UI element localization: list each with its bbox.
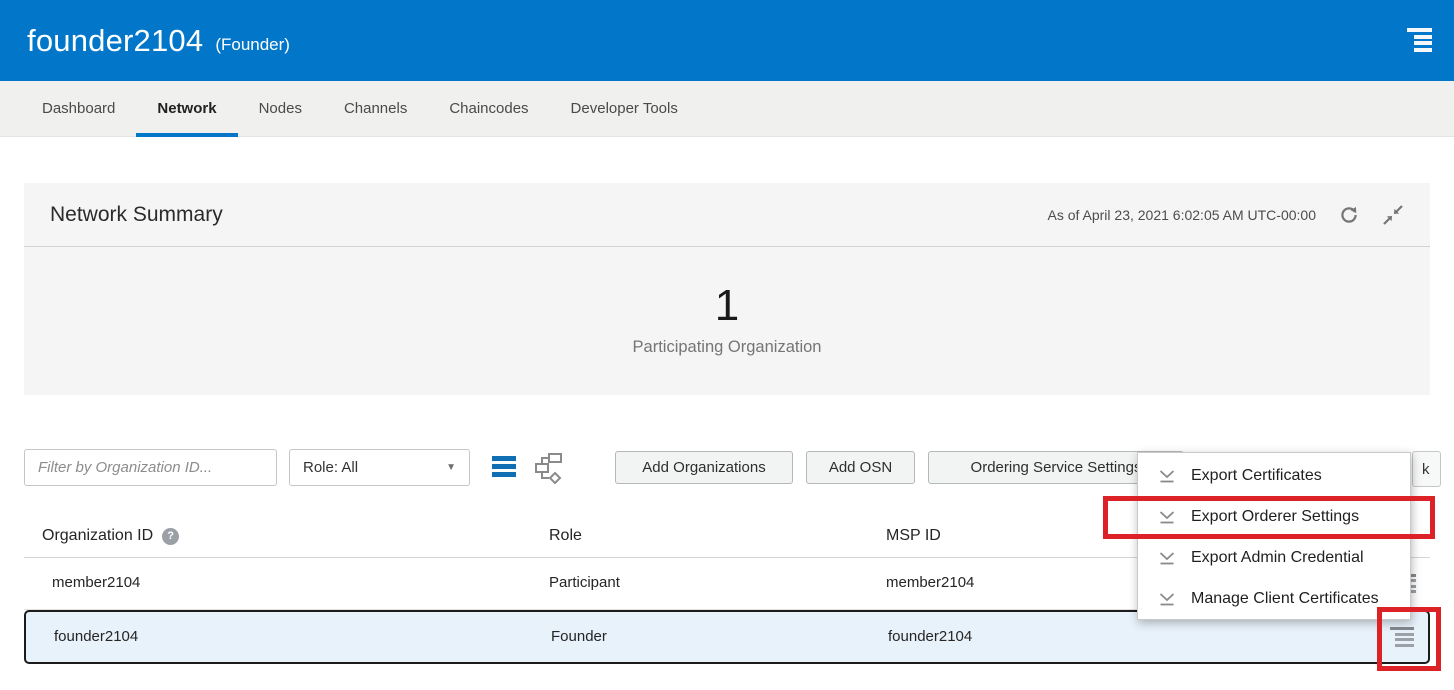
role-filter-select[interactable]: Role: All ▼ <box>289 449 470 486</box>
topology-view-icon[interactable] <box>534 451 563 485</box>
global-menu-icon[interactable] <box>1407 28 1432 51</box>
network-summary-panel: Network Summary As of April 23, 2021 6:0… <box>24 183 1430 395</box>
menu-item-export-orderer-settings[interactable]: Export Orderer Settings <box>1138 496 1410 537</box>
page-subtitle: (Founder) <box>215 27 290 55</box>
row-action-menu-icon[interactable] <box>1390 627 1414 647</box>
menu-line <box>1414 35 1432 39</box>
tab-network[interactable]: Network <box>136 81 237 136</box>
app-header: founder2104 (Founder) <box>0 0 1454 81</box>
refresh-icon[interactable] <box>1338 204 1360 226</box>
tab-developer-tools[interactable]: Developer Tools <box>550 81 699 136</box>
collapse-icon[interactable] <box>1382 204 1404 226</box>
page-title: founder2104 <box>27 23 203 59</box>
filter-input[interactable] <box>24 449 277 486</box>
menu-line <box>1414 41 1432 45</box>
cell-role: Founder <box>551 628 607 645</box>
menu-item-export-certificates[interactable]: Export Certificates <box>1138 455 1410 496</box>
add-osn-button[interactable]: Add OSN <box>806 451 915 484</box>
chevron-down-icon: ▼ <box>446 462 456 473</box>
menu-line <box>1407 28 1432 32</box>
cell-msp-id: founder2104 <box>888 628 972 645</box>
role-filter-value: Role: All <box>303 459 358 476</box>
cell-org-id: member2104 <box>52 574 140 591</box>
network-summary-header: Network Summary As of April 23, 2021 6:0… <box>24 183 1430 247</box>
tab-dashboard[interactable]: Dashboard <box>21 81 136 136</box>
export-icon <box>1159 551 1175 565</box>
partial-button-text: k <box>1422 461 1430 478</box>
tab-channels[interactable]: Channels <box>323 81 428 136</box>
column-header-organization-id: Organization ID ? <box>42 527 179 545</box>
cell-org-id: founder2104 <box>54 628 138 645</box>
help-icon[interactable]: ? <box>162 528 179 545</box>
column-header-msp-id: MSP ID <box>886 527 941 545</box>
menu-item-export-admin-credential[interactable]: Export Admin Credential <box>1138 537 1410 578</box>
partially-hidden-button[interactable]: k <box>1412 451 1441 487</box>
cell-role: Participant <box>549 574 620 591</box>
participating-org-label: Participating Organization <box>633 338 822 357</box>
summary-meta: As of April 23, 2021 6:02:05 AM UTC-00:0… <box>1048 204 1405 226</box>
participating-org-count: 1 <box>715 284 739 328</box>
title-wrap: founder2104 (Founder) <box>27 0 290 81</box>
tab-nodes[interactable]: Nodes <box>238 81 323 136</box>
cell-msp-id: member2104 <box>886 574 974 591</box>
as-of-timestamp: As of April 23, 2021 6:02:05 AM UTC-00:0… <box>1048 207 1317 223</box>
list-view-icon[interactable] <box>492 456 516 478</box>
row-action-context-menu: Export Certificates Export Orderer Setti… <box>1137 452 1411 620</box>
summary-body: 1 Participating Organization <box>24 247 1430 394</box>
network-summary-title: Network Summary <box>50 203 223 227</box>
export-icon <box>1159 592 1175 606</box>
column-header-role: Role <box>549 527 582 545</box>
export-icon <box>1159 510 1175 524</box>
menu-item-manage-client-certificates[interactable]: Manage Client Certificates <box>1138 578 1410 619</box>
tab-bar: Dashboard Network Nodes Channels Chainco… <box>0 81 1454 137</box>
export-icon <box>1159 469 1175 483</box>
add-organizations-button[interactable]: Add Organizations <box>615 451 793 484</box>
tab-chaincodes[interactable]: Chaincodes <box>428 81 549 136</box>
app-root: founder2104 (Founder) Dashboard Network … <box>0 0 1454 690</box>
menu-line <box>1414 48 1432 52</box>
